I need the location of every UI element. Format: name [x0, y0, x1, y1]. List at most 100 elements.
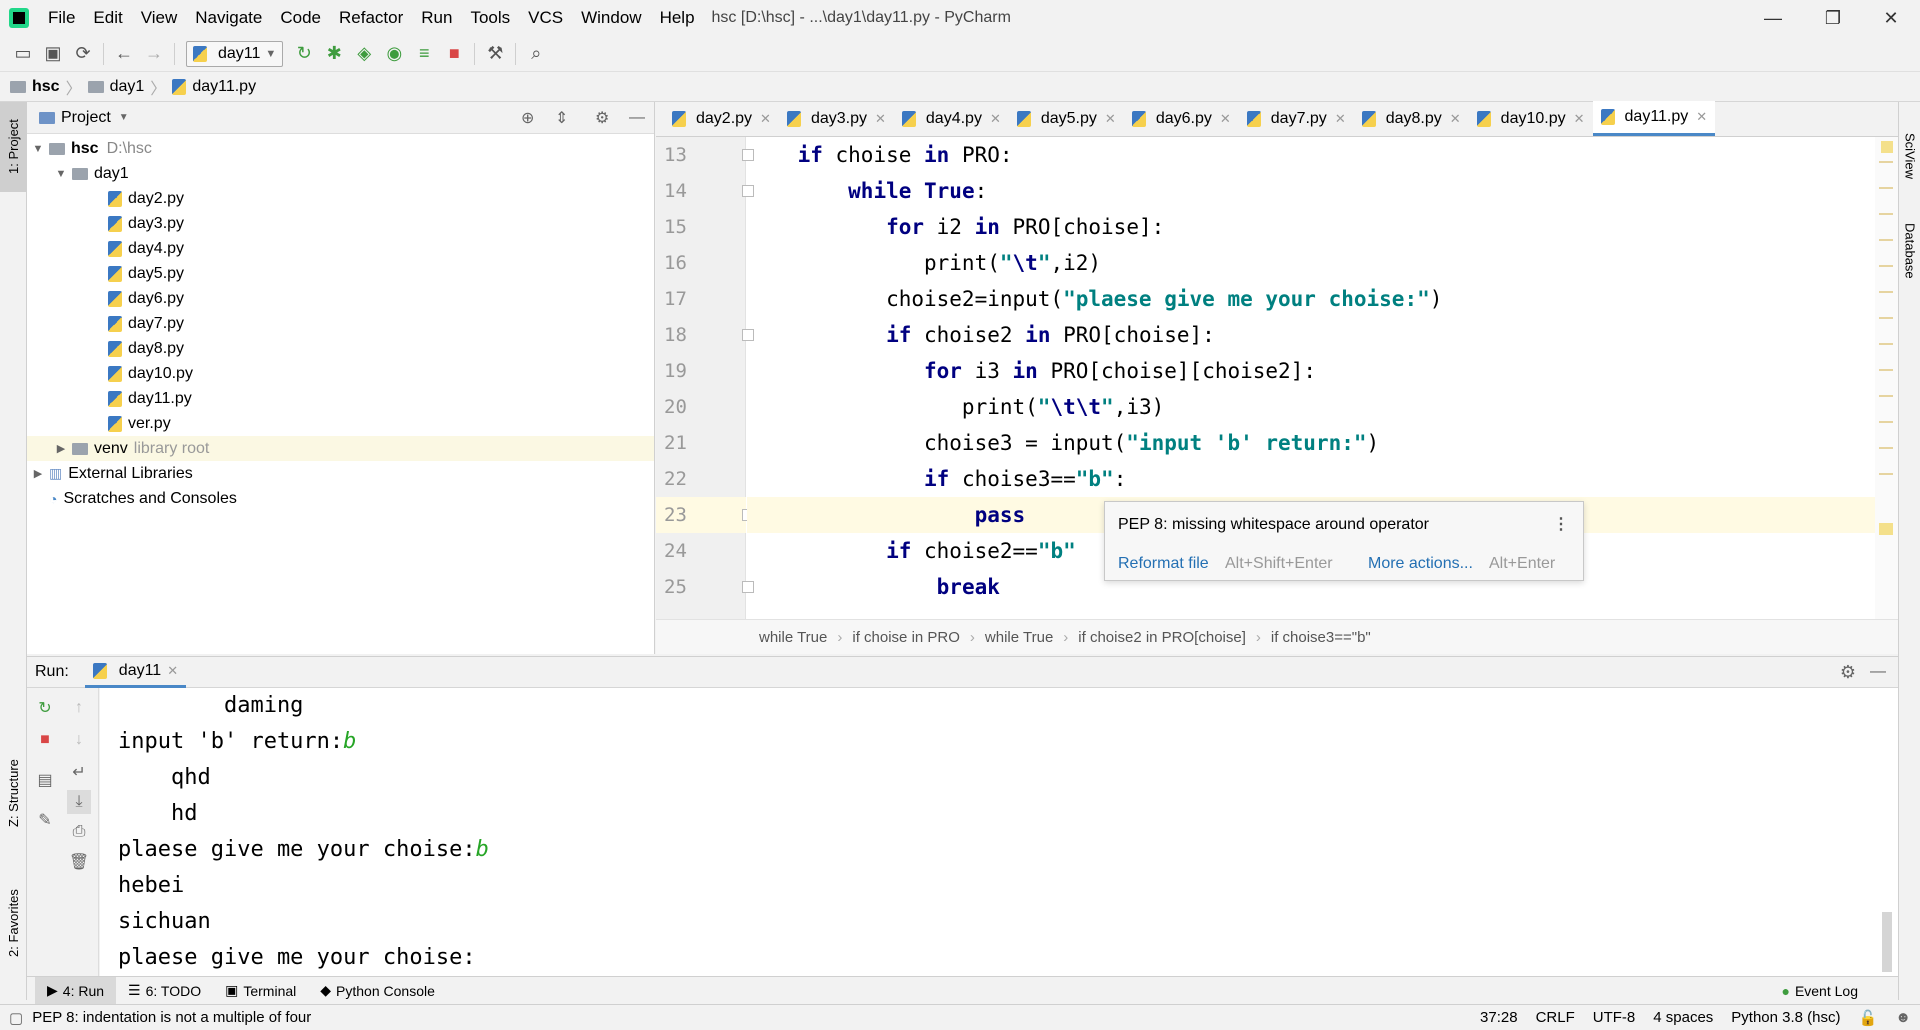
- tree-file[interactable]: day4.py: [27, 236, 654, 261]
- tab-day11[interactable]: day11.py ✕: [1592, 101, 1716, 136]
- breadcrumb-item[interactable]: if choise3=="b": [1271, 629, 1371, 646]
- hide-panel-icon[interactable]: —: [1870, 663, 1886, 681]
- tree-scratches[interactable]: ◔ Scratches and Consoles: [27, 486, 654, 511]
- stripe-mark[interactable]: [1879, 161, 1893, 163]
- stripe-mark[interactable]: [1879, 317, 1893, 319]
- menu-edit[interactable]: Edit: [84, 0, 131, 36]
- tree-file[interactable]: day7.py: [27, 311, 654, 336]
- rerun-icon[interactable]: ↻: [289, 39, 319, 69]
- close-tab-icon[interactable]: ✕: [1220, 111, 1231, 127]
- stop-icon[interactable]: ■: [439, 39, 469, 69]
- chevron-down-icon[interactable]: ▼: [31, 143, 45, 155]
- breadcrumb-item[interactable]: while True: [985, 629, 1053, 646]
- tree-file[interactable]: day8.py: [27, 336, 654, 361]
- rerun-icon[interactable]: ↻: [33, 696, 57, 720]
- menu-refactor[interactable]: Refactor: [330, 0, 412, 36]
- stripe-mark[interactable]: [1879, 265, 1893, 267]
- debug-bug-icon[interactable]: ✱: [319, 39, 349, 69]
- close-tab-icon[interactable]: ✕: [1105, 111, 1116, 127]
- stripe-mark[interactable]: [1879, 369, 1893, 371]
- tree-folder-venv[interactable]: ▶ venv library root: [27, 436, 654, 461]
- tree-file[interactable]: day10.py: [27, 361, 654, 386]
- tree-file[interactable]: day2.py: [27, 186, 654, 211]
- menu-navigate[interactable]: Navigate: [186, 0, 271, 36]
- menu-code[interactable]: Code: [271, 0, 330, 36]
- close-tab-icon[interactable]: ✕: [1574, 111, 1585, 127]
- menu-help[interactable]: Help: [651, 0, 704, 36]
- stop-icon[interactable]: ■: [33, 728, 57, 752]
- lock-icon[interactable]: 🔓: [1850, 1009, 1887, 1027]
- tree-root[interactable]: ▼ hsc D:\hsc: [27, 136, 654, 161]
- chevron-right-icon[interactable]: ▶: [31, 467, 45, 480]
- close-tab-icon[interactable]: ✕: [167, 663, 178, 679]
- inspector-icon[interactable]: ☻: [1886, 1009, 1920, 1026]
- stripe-mark[interactable]: [1879, 447, 1893, 449]
- more-options-icon[interactable]: ⋮: [1553, 514, 1569, 534]
- stripe-mark[interactable]: [1879, 523, 1893, 535]
- layout-icon[interactable]: ▤: [33, 768, 57, 792]
- close-tab-icon[interactable]: ✕: [1335, 111, 1346, 127]
- indent-setting[interactable]: 4 spaces: [1644, 1009, 1722, 1026]
- tree-external-libraries[interactable]: ▶ ▥ External Libraries: [27, 461, 654, 486]
- tree-file[interactable]: day6.py: [27, 286, 654, 311]
- project-tool-tab[interactable]: 1: Project: [0, 102, 27, 192]
- menu-tools[interactable]: Tools: [461, 0, 519, 36]
- tree-file[interactable]: day5.py: [27, 261, 654, 286]
- down-arrow-icon[interactable]: ↓: [67, 728, 91, 752]
- todo-tool-tab[interactable]: ☰ 6: TODO: [116, 977, 213, 1005]
- run-with-coverage-icon[interactable]: ◈: [349, 39, 379, 69]
- menu-view[interactable]: View: [132, 0, 187, 36]
- breadcrumb-item[interactable]: if choise in PRO: [852, 629, 960, 646]
- stripe-mark[interactable]: [1879, 395, 1893, 397]
- concurrency-icon[interactable]: ≡: [409, 39, 439, 69]
- more-actions-link[interactable]: More actions...: [1368, 555, 1473, 573]
- restore-button[interactable]: ❐: [1804, 0, 1862, 36]
- tree-file[interactable]: day11.py: [27, 386, 654, 411]
- hide-panel-icon[interactable]: —: [629, 109, 645, 127]
- tree-file[interactable]: ver.py: [27, 411, 654, 436]
- locate-file-icon[interactable]: ⊕: [521, 108, 534, 128]
- favorites-tool-tab[interactable]: 2: Favorites: [0, 868, 27, 978]
- breadcrumb-item[interactable]: while True: [759, 629, 827, 646]
- run-tab-day11[interactable]: day11 ✕: [84, 656, 187, 688]
- scroll-to-end-icon[interactable]: ⤓: [67, 790, 91, 814]
- pin-icon[interactable]: ✎: [33, 808, 57, 832]
- python-console-tool-tab[interactable]: ◆ Python Console: [308, 977, 447, 1005]
- caret-position[interactable]: 37:28: [1471, 1009, 1527, 1026]
- search-everywhere-icon[interactable]: ⌕: [521, 39, 551, 69]
- tab-day10[interactable]: day10.py ✕: [1469, 101, 1593, 136]
- sciview-tool-tab[interactable]: SciView: [1899, 116, 1920, 196]
- python-interpreter[interactable]: Python 3.8 (hsc): [1722, 1009, 1849, 1026]
- trash-icon[interactable]: 🗑: [67, 850, 91, 874]
- line-separator[interactable]: CRLF: [1527, 1009, 1584, 1026]
- menu-window[interactable]: Window: [572, 0, 650, 36]
- tab-day6[interactable]: day6.py ✕: [1124, 101, 1239, 136]
- file-encoding[interactable]: UTF-8: [1584, 1009, 1645, 1026]
- sync-icon[interactable]: ⟳: [68, 39, 98, 69]
- menu-file[interactable]: File: [39, 0, 84, 36]
- tab-day2[interactable]: day2.py ✕: [664, 101, 779, 136]
- stripe-mark[interactable]: [1879, 291, 1893, 293]
- profile-icon[interactable]: ◉: [379, 39, 409, 69]
- project-view-select[interactable]: Project: [61, 109, 111, 127]
- structure-tool-tab[interactable]: Z: Structure: [0, 738, 27, 848]
- stripe-mark[interactable]: [1879, 421, 1893, 423]
- stripe-mark[interactable]: [1879, 343, 1893, 345]
- chevron-down-icon[interactable]: ▼: [54, 168, 68, 180]
- chevron-down-icon[interactable]: ▼: [119, 112, 129, 123]
- chevron-right-icon[interactable]: ▶: [54, 442, 68, 455]
- tree-folder-day1[interactable]: ▼ day1: [27, 161, 654, 186]
- run-console-output[interactable]: daming input 'b' return:b qhd hd plaese …: [100, 688, 1898, 976]
- close-tab-icon[interactable]: ✕: [1696, 109, 1707, 125]
- tree-file[interactable]: day3.py: [27, 211, 654, 236]
- menu-vcs[interactable]: VCS: [519, 0, 572, 36]
- nav-project[interactable]: hsc: [32, 78, 60, 96]
- menu-run[interactable]: Run: [412, 0, 461, 36]
- error-stripe[interactable]: [1875, 137, 1898, 619]
- collapse-all-icon[interactable]: ⇕: [555, 108, 568, 128]
- up-arrow-icon[interactable]: ↑: [67, 696, 91, 720]
- minimize-button[interactable]: —: [1744, 0, 1802, 36]
- database-tool-tab[interactable]: Database: [1899, 206, 1920, 296]
- close-tab-icon[interactable]: ✕: [1450, 111, 1461, 127]
- tab-day7[interactable]: day7.py ✕: [1239, 101, 1354, 136]
